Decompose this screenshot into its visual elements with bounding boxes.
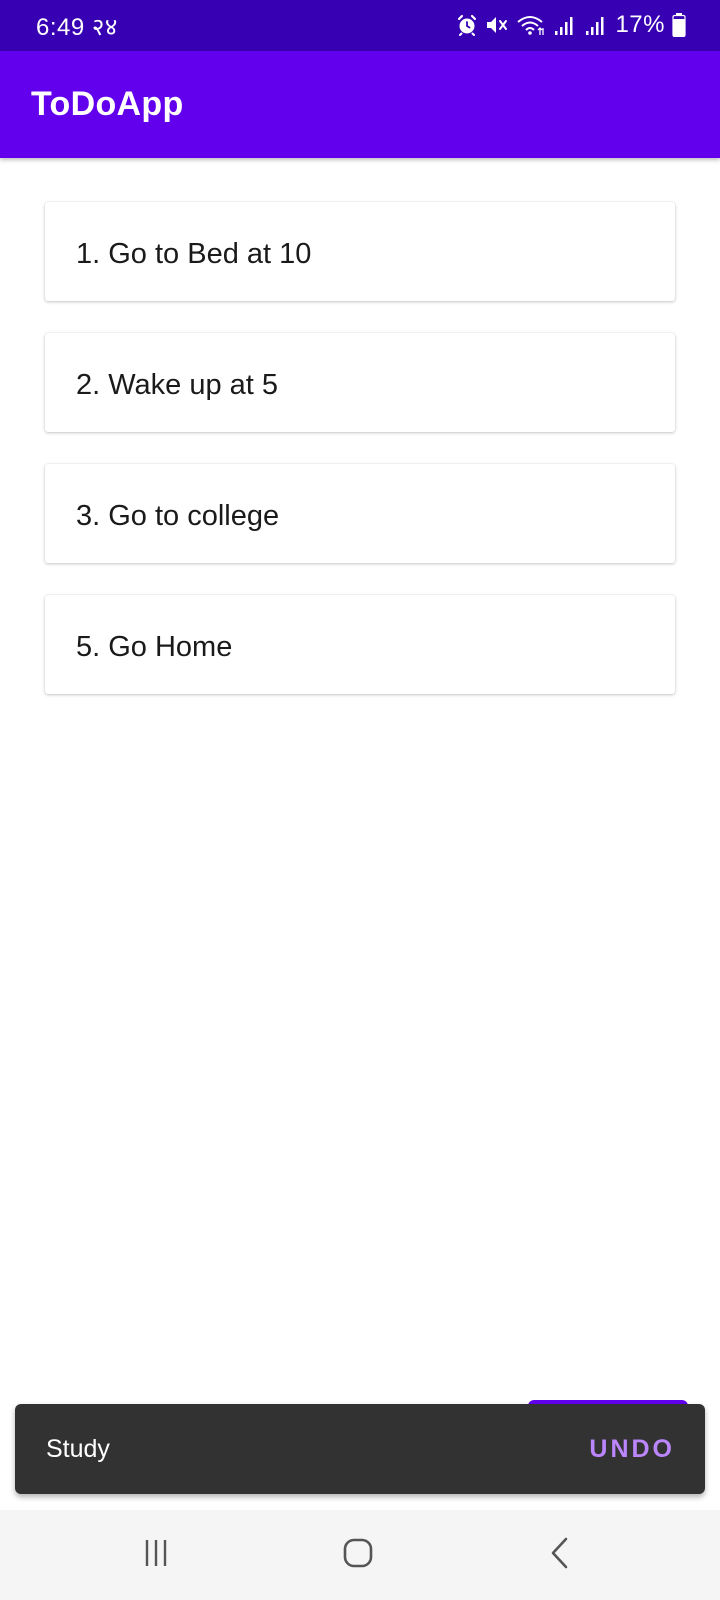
wifi-icon bbox=[516, 14, 546, 36]
app-bar: ToDoApp bbox=[0, 51, 720, 158]
recent-apps-icon bbox=[141, 1538, 171, 1573]
todo-item[interactable]: 5. Go Home bbox=[45, 595, 675, 694]
home-button[interactable] bbox=[328, 1530, 388, 1580]
status-bar: 6:49 २४ 17% bbox=[0, 0, 720, 51]
todo-item[interactable]: 1. Go to Bed at 10 bbox=[45, 202, 675, 301]
status-time: 6:49 २४ bbox=[36, 14, 118, 41]
navigation-bar bbox=[0, 1510, 720, 1600]
todo-text: 1. Go to Bed at 10 bbox=[76, 238, 312, 270]
recent-apps-button[interactable] bbox=[126, 1530, 186, 1580]
todo-item[interactable]: 3. Go to college bbox=[45, 464, 675, 563]
home-icon bbox=[342, 1537, 374, 1574]
todo-item[interactable]: 2. Wake up at 5 bbox=[45, 333, 675, 432]
back-icon bbox=[548, 1536, 572, 1575]
todo-text: 2. Wake up at 5 bbox=[76, 369, 279, 401]
status-icons: 17% bbox=[456, 8, 686, 42]
snackbar-message: Study bbox=[46, 1435, 110, 1463]
signal-icon bbox=[553, 14, 577, 36]
mute-icon bbox=[485, 14, 509, 36]
todo-text: 5. Go Home bbox=[76, 631, 233, 663]
alarm-icon bbox=[456, 14, 478, 36]
app-title: ToDoApp bbox=[31, 85, 184, 123]
undo-button[interactable]: UNDO bbox=[589, 1435, 675, 1464]
signal-icon bbox=[584, 14, 608, 36]
back-button[interactable] bbox=[530, 1530, 590, 1580]
battery-percentage: 17% bbox=[615, 11, 665, 38]
snackbar: Study UNDO bbox=[15, 1404, 705, 1494]
todo-text: 3. Go to college bbox=[76, 500, 280, 532]
battery-icon bbox=[672, 13, 686, 37]
todo-list: 1. Go to Bed at 10 2. Wake up at 5 3. Go… bbox=[45, 202, 675, 726]
